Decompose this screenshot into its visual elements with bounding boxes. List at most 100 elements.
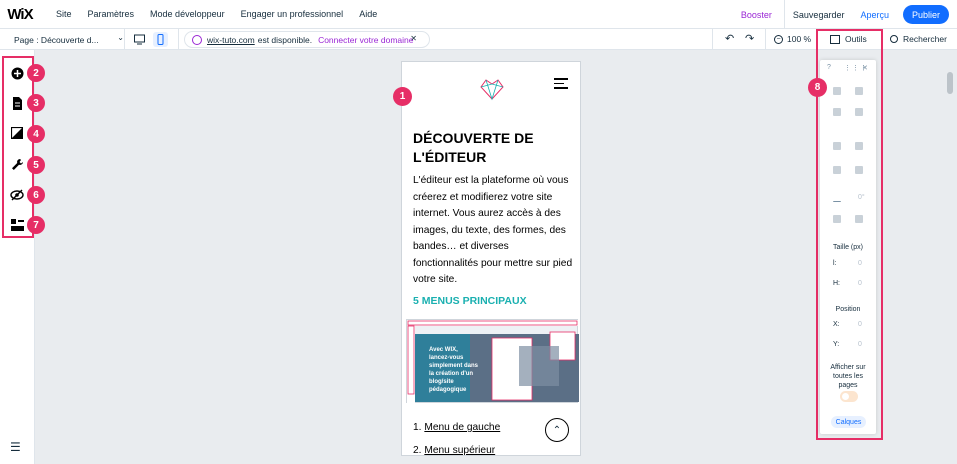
pages-icon[interactable] xyxy=(10,96,24,110)
intro-paragraph[interactable]: L'éditeur est la plateforme où vous crée… xyxy=(413,173,573,289)
flip-vertical-icon[interactable] xyxy=(855,215,863,223)
x-field[interactable]: 0 xyxy=(858,321,862,328)
hidden-eye-icon[interactable] xyxy=(10,188,24,202)
copy-icon[interactable] xyxy=(833,87,841,95)
list-number: 2. xyxy=(413,445,422,456)
y-field[interactable]: 0 xyxy=(858,341,862,348)
match-size-icon[interactable] xyxy=(855,166,863,174)
height-field[interactable]: 0 xyxy=(858,280,862,287)
save-button[interactable]: Sauvegarder xyxy=(785,10,853,20)
undo-icon[interactable]: ↶ xyxy=(725,32,734,45)
distribute-icon[interactable] xyxy=(833,166,841,174)
list-number: 1. xyxy=(413,422,422,433)
paste-icon[interactable] xyxy=(855,87,863,95)
layers-button[interactable]: Calques xyxy=(831,416,866,428)
heart-logo-icon[interactable] xyxy=(479,76,505,102)
preview-button[interactable]: Aperçu xyxy=(852,10,897,20)
search-icon xyxy=(890,35,898,43)
toggle-knob xyxy=(842,393,849,400)
badge-8: 8 xyxy=(808,78,827,97)
page-selector-label: Page : Découverte d... xyxy=(14,34,99,45)
top-menu-link[interactable]: Menu supérieur xyxy=(424,445,495,455)
secondary-bar: Page : Découverte d... ⌄ wix-tuto.com es… xyxy=(0,29,957,50)
show-all-pages-toggle[interactable] xyxy=(840,391,858,402)
desktop-icon xyxy=(134,34,145,45)
chevron-down-icon: ⌄ xyxy=(117,33,124,42)
scroll-top-button[interactable]: ⌃ xyxy=(545,418,569,442)
badge-4: 4 xyxy=(27,125,45,143)
page-selector[interactable]: Page : Découverte d... ⌄ xyxy=(14,29,124,50)
hide-icon[interactable] xyxy=(855,108,863,116)
page-title[interactable]: DÉCOUVERTE DE L'ÉDITEUR xyxy=(413,129,573,167)
show-all-pages-label: Afficher sur toutes les pages xyxy=(830,364,866,389)
chevron-up-icon: ⌃ xyxy=(552,424,562,436)
vertical-scrollbar[interactable] xyxy=(946,62,954,464)
y-label: Y: xyxy=(833,341,840,348)
zoom-level: 100 % xyxy=(787,34,812,44)
help-icon[interactable]: ? xyxy=(827,64,831,71)
thumb-caption: Avec WIX, lancez-vous simplement dans la… xyxy=(429,347,479,393)
theme-icon[interactable] xyxy=(10,126,24,140)
domain-text: est disponible. xyxy=(257,34,313,45)
arrange-icon[interactable] xyxy=(833,142,841,150)
x-label: X: xyxy=(833,321,840,328)
menu-dev-mode[interactable]: Mode développeur xyxy=(142,9,233,19)
flip-horizontal-icon[interactable] xyxy=(833,215,841,223)
badge-5: 5 xyxy=(27,156,45,174)
section-heading[interactable]: 5 MENUS PRINCIPAUX xyxy=(413,295,527,307)
width-field[interactable]: 0 xyxy=(858,260,862,267)
zoom-out-icon[interactable]: − xyxy=(774,34,783,44)
badge-1: 1 xyxy=(393,87,412,106)
main-menu: Site Paramètres Mode développeur Engager… xyxy=(48,9,385,19)
menu-parametres[interactable]: Paramètres xyxy=(80,9,143,19)
mobile-icon xyxy=(157,34,164,45)
duplicate-icon[interactable] xyxy=(833,108,841,116)
wix-logo[interactable]: WiX xyxy=(0,6,40,23)
search-button[interactable]: Rechercher xyxy=(890,34,947,44)
badge-2: 2 xyxy=(27,64,45,82)
divider xyxy=(178,29,179,50)
zoom-control[interactable]: − 100 % xyxy=(774,34,811,44)
rotate-icon[interactable] xyxy=(833,194,841,202)
top-bar: WiX Site Paramètres Mode développeur Eng… xyxy=(0,0,957,29)
publish-button[interactable]: Publier xyxy=(903,5,949,24)
sections-icon[interactable] xyxy=(10,218,24,232)
badge-7: 7 xyxy=(27,216,45,234)
globe-icon xyxy=(192,35,202,45)
divider xyxy=(765,29,766,50)
close-icon[interactable]: ✕ xyxy=(862,64,868,72)
position-label: Position xyxy=(835,306,861,313)
list-item[interactable]: 1. Menu de gauche xyxy=(413,422,500,433)
booster-button[interactable]: Booster xyxy=(729,10,784,20)
menu-hire-pro[interactable]: Engager un professionnel xyxy=(233,9,352,19)
height-label: H: xyxy=(833,280,840,287)
badge-6: 6 xyxy=(27,186,45,204)
divider xyxy=(124,29,125,50)
connect-domain-link[interactable]: Connecter votre domaine xyxy=(318,35,413,45)
list-item[interactable]: 2. Menu supérieur xyxy=(413,445,495,456)
editor-screenshot-image[interactable]: Avec WIX, lancez-vous simplement dans la… xyxy=(406,319,579,404)
width-label: l: xyxy=(833,260,837,267)
size-label: Taille (px) xyxy=(833,244,863,251)
menu-site[interactable]: Site xyxy=(48,9,80,19)
menu-aide[interactable]: Aide xyxy=(351,9,385,19)
align-icon[interactable] xyxy=(855,142,863,150)
scroll-thumb[interactable] xyxy=(947,72,953,94)
domain-banner: wix-tuto.com est disponible. Connecter v… xyxy=(184,31,430,48)
left-menu-link[interactable]: Menu de gauche xyxy=(424,422,500,433)
redo-icon[interactable]: ↷ xyxy=(745,32,754,45)
tools-panel: ? ⋮⋮⋮ ✕ 0° Taille (px) l: 0 H: 0 Positio… xyxy=(820,60,876,434)
left-menu-highlight xyxy=(2,56,34,238)
wrench-icon[interactable] xyxy=(10,157,24,171)
desktop-view-button[interactable] xyxy=(132,32,147,47)
layers-icon[interactable]: ☰ xyxy=(10,440,21,454)
mobile-view-button[interactable] xyxy=(153,32,168,47)
rotation-value[interactable]: 0° xyxy=(858,194,865,201)
divider xyxy=(712,29,713,50)
hamburger-menu-icon[interactable] xyxy=(554,78,568,92)
add-elements-icon[interactable] xyxy=(10,66,24,80)
domain-url[interactable]: wix-tuto.com xyxy=(207,35,255,45)
mobile-canvas[interactable]: DÉCOUVERTE DE L'ÉDITEUR L'éditeur est la… xyxy=(401,61,581,456)
search-label: Rechercher xyxy=(903,34,947,44)
close-icon[interactable]: ✕ xyxy=(410,34,417,43)
